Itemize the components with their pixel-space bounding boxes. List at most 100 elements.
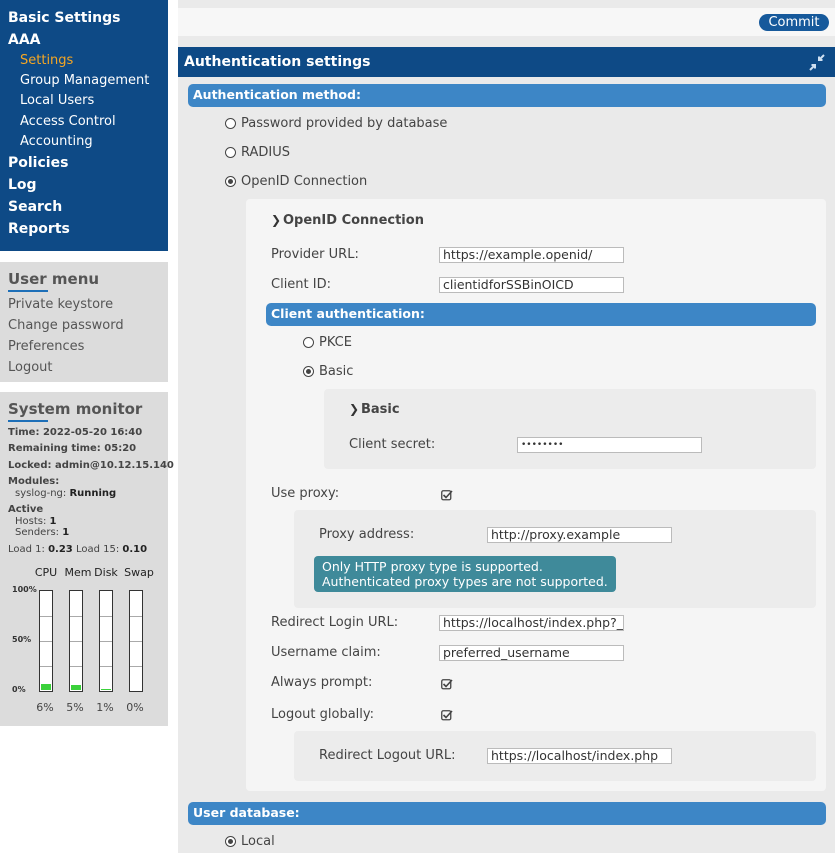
logout-globally-checkbox[interactable] bbox=[441, 709, 453, 721]
username-claim-input[interactable]: preferred_username bbox=[439, 645, 624, 661]
system-monitor-title: System monitor bbox=[8, 400, 143, 418]
use-proxy-label: Use proxy: bbox=[271, 486, 340, 501]
gauge-tick bbox=[130, 616, 142, 617]
client-id-input[interactable]: clientidforSSBinOICD bbox=[439, 277, 624, 293]
private-keystore-link[interactable]: Private keystore bbox=[8, 297, 113, 312]
nav-item-aaa[interactable]: AAA bbox=[8, 32, 41, 48]
gauge-cpu-label: CPU bbox=[34, 566, 58, 579]
radio-radius[interactable] bbox=[225, 147, 236, 158]
gauge-cpu-bar bbox=[39, 590, 53, 692]
radio-basic[interactable] bbox=[303, 366, 314, 377]
gauge-tick bbox=[70, 641, 82, 642]
proxy-address-label: Proxy address: bbox=[319, 527, 415, 542]
gauge-fill bbox=[101, 689, 111, 690]
client-authentication-heading: Client authentication: bbox=[266, 303, 816, 326]
load-readout: Load 1: 0.23 Load 15: 0.10 bbox=[8, 544, 148, 555]
proxy-info-line-1: Only HTTP proxy type is supported. bbox=[322, 559, 543, 574]
main-navigation: Basic Settings AAA Settings Group Manage… bbox=[0, 0, 168, 251]
radio-local-db[interactable] bbox=[225, 836, 236, 847]
nav-subitem-group-management[interactable]: Group Management bbox=[20, 73, 149, 88]
client-secret-input[interactable]: •••••••• bbox=[517, 437, 702, 453]
always-prompt-checkbox[interactable] bbox=[441, 678, 453, 690]
client-id-label: Client ID: bbox=[271, 277, 331, 292]
logout-link[interactable]: Logout bbox=[8, 360, 53, 375]
radio-openid[interactable] bbox=[225, 176, 236, 187]
gauge-tick bbox=[130, 641, 142, 642]
nav-item-basic-settings[interactable]: Basic Settings bbox=[8, 10, 121, 26]
use-proxy-checkbox[interactable] bbox=[441, 489, 453, 501]
chevron-right-icon[interactable]: ❯ bbox=[349, 402, 359, 416]
gauge-swap-percent: 0% bbox=[126, 701, 144, 714]
nav-item-search[interactable]: Search bbox=[8, 199, 62, 215]
change-password-link[interactable]: Change password bbox=[8, 318, 124, 333]
active-label: Active bbox=[8, 504, 44, 515]
logout-globally-label: Logout globally: bbox=[271, 707, 375, 722]
gauge-tick bbox=[70, 666, 82, 667]
radio-openid-label[interactable]: OpenID Connection bbox=[241, 174, 367, 189]
proxy-address-input[interactable]: http://proxy.example bbox=[487, 527, 672, 543]
nav-item-policies[interactable]: Policies bbox=[8, 155, 68, 171]
proxy-info-line-2: Authenticated proxy types are not suppor… bbox=[322, 574, 608, 589]
gauge-tick bbox=[100, 616, 112, 617]
gauge-tick bbox=[130, 666, 142, 667]
radio-pkce[interactable] bbox=[303, 337, 314, 348]
gauge-mem-bar bbox=[69, 590, 83, 692]
gauge-fill bbox=[41, 684, 51, 690]
nav-subitem-accounting[interactable]: Accounting bbox=[20, 134, 93, 149]
gauge-disk-label: Disk bbox=[94, 566, 118, 579]
radio-radius-label[interactable]: RADIUS bbox=[241, 145, 290, 160]
basic-group-title[interactable]: Basic bbox=[361, 402, 400, 417]
gauge-swap-bar bbox=[129, 590, 143, 692]
redirect-logout-url-label: Redirect Logout URL: bbox=[319, 748, 456, 763]
preferences-link[interactable]: Preferences bbox=[8, 339, 84, 354]
provider-url-input[interactable]: https://example.openid/ bbox=[439, 247, 624, 263]
radio-password-db-label[interactable]: Password provided by database bbox=[241, 116, 447, 131]
remaining-time-readout: Remaining time: 05:20 bbox=[8, 443, 137, 454]
time-readout: Time: 2022-05-20 16:40 bbox=[8, 427, 143, 438]
openid-group-title[interactable]: OpenID Connection bbox=[283, 213, 424, 228]
hosts-count: Hosts: 1 bbox=[15, 516, 57, 527]
panel-title: Authentication settings bbox=[184, 54, 371, 70]
basic-group bbox=[324, 389, 816, 469]
user-menu-box: User menu Private keystore Change passwo… bbox=[0, 262, 168, 382]
redirect-login-url-input[interactable]: https://localhost/index.php?_ bbox=[439, 615, 624, 631]
gauge-tick bbox=[40, 616, 52, 617]
syslog-status: syslog-ng: Running bbox=[15, 488, 117, 499]
commit-button[interactable]: Commit bbox=[759, 14, 829, 31]
nav-item-reports[interactable]: Reports bbox=[8, 221, 70, 237]
radio-password-db[interactable] bbox=[225, 118, 236, 129]
authentication-settings-header[interactable]: Authentication settings bbox=[178, 47, 835, 77]
system-monitor-box: System monitor Time: 2022-05-20 16:40 Re… bbox=[0, 392, 174, 726]
compress-arrows-icon[interactable] bbox=[808, 54, 826, 71]
nav-subitem-settings[interactable]: Settings bbox=[20, 53, 73, 68]
redirect-login-url-label: Redirect Login URL: bbox=[271, 615, 399, 630]
radio-basic-label[interactable]: Basic bbox=[319, 364, 353, 379]
provider-url-label: Provider URL: bbox=[271, 247, 359, 262]
gauge-swap-label: Swap bbox=[124, 566, 154, 579]
nav-item-log[interactable]: Log bbox=[8, 177, 37, 193]
senders-count: Senders: 1 bbox=[15, 527, 70, 538]
gauge-scale-50: 50% bbox=[12, 635, 32, 644]
commit-toolbar bbox=[178, 8, 835, 36]
redirect-logout-url-input[interactable]: https://localhost/index.php bbox=[487, 748, 672, 764]
title-underline bbox=[8, 420, 48, 422]
chevron-right-icon[interactable]: ❯ bbox=[271, 213, 281, 227]
gauge-fill bbox=[71, 685, 81, 690]
authentication-method-heading: Authentication method: bbox=[188, 84, 826, 107]
locked-readout: Locked: admin@10.12.15.140 bbox=[8, 460, 174, 471]
gauge-tick bbox=[70, 616, 82, 617]
gauge-disk-bar bbox=[99, 590, 113, 692]
radio-local-db-label[interactable]: Local bbox=[241, 834, 275, 849]
radio-pkce-label[interactable]: PKCE bbox=[319, 335, 352, 350]
gauge-tick bbox=[100, 666, 112, 667]
proxy-info-tooltip: Only HTTP proxy type is supported. Authe… bbox=[314, 556, 616, 592]
username-claim-label: Username claim: bbox=[271, 645, 381, 660]
nav-subitem-access-control[interactable]: Access Control bbox=[20, 114, 116, 129]
user-database-heading: User database: bbox=[188, 802, 826, 825]
nav-subitem-local-users[interactable]: Local Users bbox=[20, 93, 94, 108]
client-secret-label: Client secret: bbox=[349, 437, 436, 452]
always-prompt-label: Always prompt: bbox=[271, 675, 373, 690]
modules-label: Modules: bbox=[8, 476, 60, 487]
title-underline bbox=[8, 290, 48, 292]
gauge-scale-100: 100% bbox=[12, 585, 37, 594]
